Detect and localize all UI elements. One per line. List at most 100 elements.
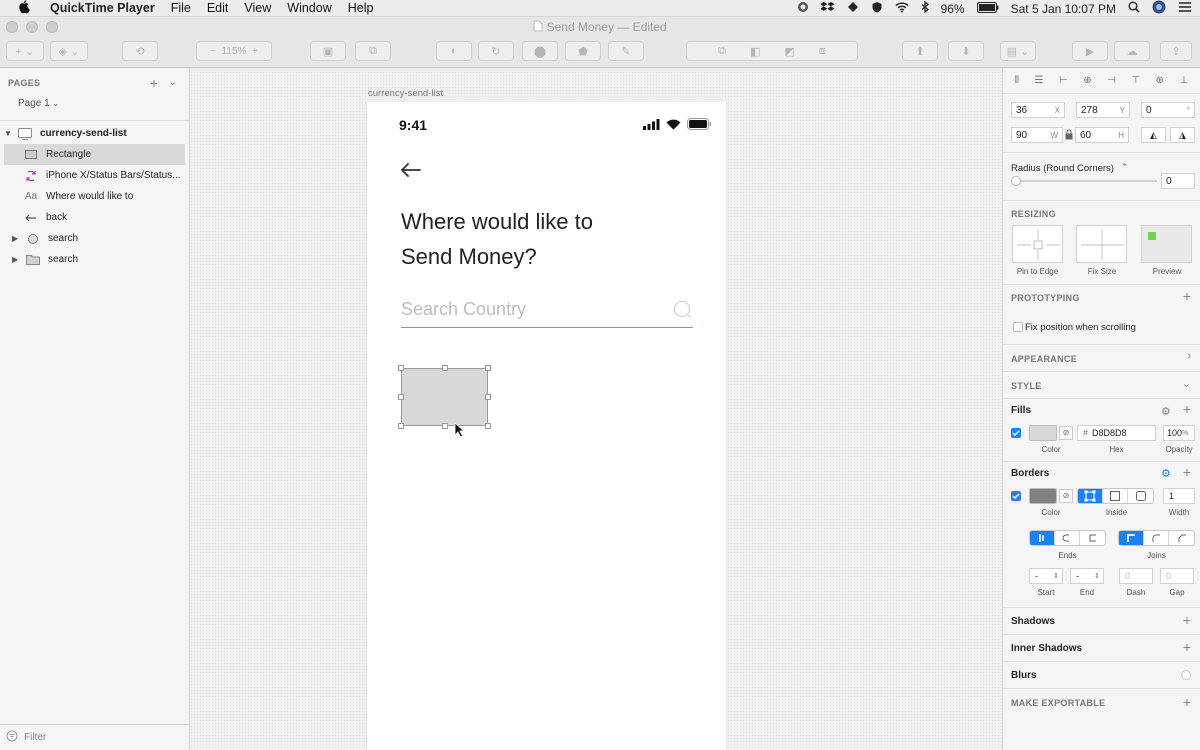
notification-center-icon[interactable] xyxy=(1178,1,1192,16)
dash-field[interactable]: 0 xyxy=(1119,568,1153,584)
flip-horizontal-button[interactable]: ◭ xyxy=(1141,127,1166,143)
forward-button[interactable]: ⬆ xyxy=(902,41,938,61)
backward-button[interactable]: ⬇ xyxy=(948,41,984,61)
layer-row-artboard[interactable]: ▼ currency-send-list xyxy=(0,123,189,144)
zoom-control[interactable]: − 115% + xyxy=(196,41,272,61)
align-top-icon[interactable]: ⊤ xyxy=(1131,75,1140,86)
mask-button[interactable]: ✎ xyxy=(608,41,644,61)
align-middle-v-icon[interactable]: ⊕ xyxy=(1156,75,1164,86)
radius-stepper-icon[interactable]: ⌃ xyxy=(1121,162,1129,173)
cloud-button[interactable]: ☁ xyxy=(1114,41,1150,61)
pin-icon[interactable] xyxy=(847,1,859,16)
add-fill-icon[interactable]: + xyxy=(1183,401,1191,417)
union-icon[interactable]: ⧉ xyxy=(718,45,726,58)
resize-handle-bl[interactable] xyxy=(398,423,404,429)
artboard-title[interactable]: currency-send-list xyxy=(368,88,443,99)
flip-vertical-button[interactable]: ◮ xyxy=(1170,127,1195,143)
symbols-button[interactable]: ◈ ⌄ xyxy=(50,41,88,61)
ungroup-button[interactable]: ⧉ xyxy=(355,41,391,61)
line-ends-control[interactable] xyxy=(1029,530,1106,546)
subtract-icon[interactable]: ◧ xyxy=(750,45,760,58)
round-join-icon[interactable] xyxy=(1144,531,1169,545)
add-page-icon[interactable]: + xyxy=(150,75,158,91)
align-right-icon[interactable]: ⊣ xyxy=(1107,75,1116,86)
layer-row-rectangle[interactable]: Rectangle xyxy=(4,144,185,165)
record-icon[interactable] xyxy=(797,1,809,16)
insert-button[interactable]: + ⌄ xyxy=(6,41,44,61)
zoom-in-icon[interactable]: + xyxy=(246,46,258,57)
butt-cap-icon[interactable] xyxy=(1030,531,1055,545)
lock-proportions-icon[interactable] xyxy=(1065,129,1073,143)
border-position-control[interactable] xyxy=(1077,488,1154,504)
menu-file[interactable]: File xyxy=(171,1,191,15)
align-center-h-icon[interactable]: ⊕ xyxy=(1083,75,1091,86)
link-icon[interactable]: ⊘ xyxy=(1059,426,1073,440)
add-border-icon[interactable]: + xyxy=(1183,464,1191,480)
radius-field[interactable]: 0 xyxy=(1161,173,1195,189)
edit-button[interactable]: ◐ xyxy=(436,41,472,61)
border-outside-button[interactable] xyxy=(1128,489,1153,503)
layer-row-search-group[interactable]: ▶ search xyxy=(0,228,189,249)
artboard-currency-send-list[interactable]: 9:41 Where would like to Send Money? xyxy=(366,102,727,750)
export-button[interactable]: ⇪ xyxy=(1160,41,1192,61)
distribute-horizontal-icon[interactable]: ⫴ xyxy=(1015,75,1019,86)
square-cap-icon[interactable] xyxy=(1080,531,1105,545)
layer-filter[interactable]: Filter xyxy=(0,724,190,750)
disclosure-open-icon[interactable]: ▼ xyxy=(4,129,16,138)
menubar-clock[interactable]: Sat 5 Jan 10:07 PM xyxy=(1011,2,1116,16)
battery-icon[interactable] xyxy=(976,1,999,16)
disclosure-closed-icon[interactable]: ▶ xyxy=(12,255,24,264)
bluetooth-icon[interactable] xyxy=(921,0,929,16)
appearance-section[interactable]: APPEARANCE › xyxy=(1003,344,1200,371)
style-section[interactable]: STYLE ⌄ xyxy=(1003,371,1200,398)
border-settings-gear-icon[interactable]: ⚙ xyxy=(1161,467,1171,480)
blur-toggle-icon[interactable] xyxy=(1181,670,1191,680)
fill-hex-field[interactable]: # D8D8D8 xyxy=(1077,425,1156,441)
add-shadow-icon[interactable]: + xyxy=(1183,612,1191,628)
shield-icon[interactable] xyxy=(871,1,883,16)
gap-field[interactable]: 0 xyxy=(1160,568,1194,584)
menu-view[interactable]: View xyxy=(244,1,271,15)
collapse-pages-icon[interactable]: ⌄ xyxy=(168,75,177,91)
link-icon[interactable]: ⊘ xyxy=(1059,489,1073,503)
radius-slider-knob[interactable] xyxy=(1011,176,1021,186)
add-inner-shadow-icon[interactable]: + xyxy=(1183,639,1191,655)
fill-opacity-field[interactable]: 100% xyxy=(1163,425,1195,441)
intersect-icon[interactable]: ◩ xyxy=(784,45,794,58)
transform-button[interactable]: ↻ xyxy=(478,41,514,61)
selected-rectangle[interactable] xyxy=(398,365,491,429)
round-cap-icon[interactable] xyxy=(1055,531,1080,545)
app-name-menu[interactable]: QuickTime Player xyxy=(50,1,155,15)
disclosure-closed-icon[interactable]: ▶ xyxy=(12,234,24,243)
chevron-down-icon[interactable]: ⌄ xyxy=(1182,377,1191,390)
search-icon[interactable] xyxy=(673,300,693,323)
y-position-field[interactable]: 278 Y xyxy=(1076,102,1130,118)
add-export-icon[interactable]: + xyxy=(1183,694,1191,710)
bevel-join-icon[interactable] xyxy=(1169,531,1194,545)
arrow-end-select[interactable]: - ⇕ xyxy=(1070,568,1104,584)
line-joins-control[interactable] xyxy=(1118,530,1195,546)
resize-handle-bc[interactable] xyxy=(442,423,448,429)
border-color-swatch[interactable] xyxy=(1029,488,1057,504)
border-center-button[interactable] xyxy=(1078,489,1103,503)
distribute-vertical-icon[interactable]: ☰ xyxy=(1034,75,1043,86)
resize-handle-tr[interactable] xyxy=(485,365,491,371)
design-canvas[interactable]: currency-send-list 9:41 Where would like… xyxy=(190,68,1002,750)
fill-enabled-checkbox[interactable] xyxy=(1011,428,1021,438)
menu-window[interactable]: Window xyxy=(287,1,331,15)
spotlight-icon[interactable] xyxy=(1128,1,1140,16)
height-field[interactable]: 60 H xyxy=(1075,127,1129,143)
user-avatar-icon[interactable] xyxy=(1152,0,1166,17)
resize-handle-br[interactable] xyxy=(485,423,491,429)
arrow-start-select[interactable]: - ⇕ xyxy=(1029,568,1063,584)
zoom-out-icon[interactable]: − xyxy=(210,46,221,57)
page-selector[interactable]: Page 1 ⌄ xyxy=(0,98,189,114)
search-country-input[interactable] xyxy=(401,292,693,328)
resize-handle-mr[interactable] xyxy=(485,394,491,400)
zoom-window-button[interactable] xyxy=(46,21,58,33)
back-arrow-icon[interactable] xyxy=(400,162,422,178)
preview-button[interactable]: ▶ xyxy=(1072,41,1108,61)
menu-edit[interactable]: Edit xyxy=(207,1,229,15)
border-enabled-checkbox[interactable] xyxy=(1011,491,1021,501)
fix-position-checkbox[interactable] xyxy=(1013,322,1023,332)
